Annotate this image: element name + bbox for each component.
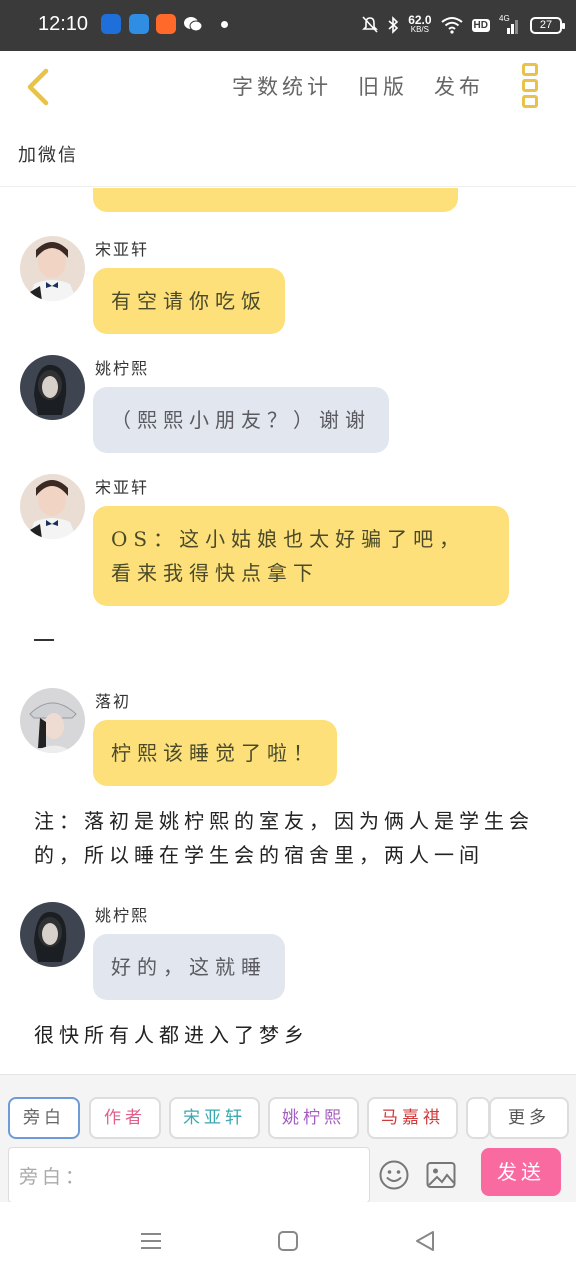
status-time: 12:10 bbox=[38, 13, 89, 35]
chat-message[interactable]: 宋亚轩 OS：这小姑娘也太好骗了吧，看来我得快点拿下 bbox=[20, 474, 560, 606]
bluetooth-icon bbox=[388, 16, 399, 34]
word-count-button[interactable]: 字数统计 bbox=[232, 71, 332, 101]
system-nav-bar bbox=[0, 1202, 576, 1280]
image-icon[interactable] bbox=[426, 1161, 456, 1189]
chat-message[interactable]: 姚柠熙 （熙熙小朋友？）谢谢 bbox=[20, 355, 560, 453]
role-character-button[interactable]: 宋亚轩 bbox=[169, 1097, 260, 1139]
chapter-title: 加微信 bbox=[18, 145, 78, 166]
sender-name: 姚柠熙 bbox=[95, 359, 150, 378]
back-button[interactable] bbox=[18, 65, 62, 109]
role-character-button-partial[interactable] bbox=[466, 1097, 490, 1139]
app-icon-1 bbox=[101, 14, 121, 34]
avatar[interactable] bbox=[20, 236, 85, 301]
chat-message[interactable]: 姚柠熙 好的，这就睡 bbox=[20, 902, 560, 1000]
status-right: 62.0 KB/S HD 4G 27 bbox=[362, 12, 565, 38]
net-speed: 62.0 KB/S bbox=[408, 13, 432, 34]
mute-icon bbox=[362, 16, 379, 33]
status-bar: 12:10 62.0 KB/S HD 4G 27 bbox=[0, 0, 576, 51]
signal-icon: 4G bbox=[499, 14, 521, 34]
battery-icon: 27 bbox=[530, 16, 565, 34]
input-panel: 旁白 作者 宋亚轩 姚柠熙 马嘉祺 更多 旁白： 发送 bbox=[0, 1074, 576, 1203]
back-triangle-icon[interactable] bbox=[412, 1228, 438, 1254]
narration-text[interactable]: 注：落初是姚柠熙的室友，因为俩人是学生会的，所以睡在学生会的宿舍里，两人一间 bbox=[34, 804, 554, 872]
wifi-icon bbox=[440, 17, 463, 34]
old-version-button[interactable]: 旧版 bbox=[358, 71, 408, 101]
role-selector: 旁白 作者 宋亚轩 姚柠熙 马嘉祺 更多 bbox=[0, 1097, 576, 1141]
avatar[interactable] bbox=[20, 474, 85, 539]
partial-bubble bbox=[93, 188, 458, 212]
sender-name: 姚柠熙 bbox=[95, 906, 150, 925]
publish-button[interactable]: 发布 bbox=[434, 71, 484, 101]
notification-dot bbox=[221, 21, 228, 28]
menu-icon[interactable] bbox=[138, 1228, 164, 1254]
message-bubble[interactable]: （熙熙小朋友？）谢谢 bbox=[93, 387, 389, 453]
app-icon-3 bbox=[156, 14, 176, 34]
message-bubble[interactable]: 有空请你吃饭 bbox=[93, 268, 285, 334]
role-narrator-button[interactable]: 旁白 bbox=[8, 1097, 80, 1139]
home-icon[interactable] bbox=[275, 1228, 301, 1254]
avatar[interactable] bbox=[20, 355, 85, 420]
chat-message[interactable]: 落初 柠熙该睡觉了啦！ bbox=[20, 688, 560, 786]
editor-header: 字数统计 旧版 发布 加微信 bbox=[0, 51, 576, 187]
message-bubble[interactable]: OS：这小姑娘也太好骗了吧，看来我得快点拿下 bbox=[93, 506, 509, 606]
hd-badge: HD bbox=[471, 18, 490, 32]
sender-name: 落初 bbox=[95, 692, 132, 711]
message-bubble[interactable]: 好的，这就睡 bbox=[93, 934, 285, 1000]
chat-area[interactable]: 宋亚轩 有空请你吃饭 姚柠熙 （熙熙小朋友？）谢谢 宋亚轩 OS：这小姑娘也太好… bbox=[0, 188, 576, 1074]
sender-name: 宋亚轩 bbox=[95, 478, 150, 497]
role-character-button[interactable]: 姚柠熙 bbox=[268, 1097, 359, 1139]
avatar[interactable] bbox=[20, 902, 85, 967]
sender-name: 宋亚轩 bbox=[95, 240, 150, 259]
role-character-button[interactable]: 马嘉祺 bbox=[367, 1097, 458, 1139]
message-bubble[interactable]: 柠熙该睡觉了啦！ bbox=[93, 720, 337, 786]
chevron-left-icon bbox=[27, 68, 49, 106]
app-icon-2 bbox=[129, 14, 149, 34]
emoji-icon[interactable] bbox=[378, 1159, 410, 1191]
more-vertical-icon[interactable] bbox=[520, 63, 542, 109]
more-roles-button[interactable]: 更多 bbox=[489, 1097, 569, 1139]
send-button[interactable]: 发送 bbox=[481, 1148, 561, 1196]
section-divider bbox=[34, 639, 54, 641]
wechat-icon bbox=[183, 14, 203, 34]
avatar[interactable] bbox=[20, 688, 85, 753]
message-input[interactable]: 旁白： bbox=[8, 1147, 370, 1203]
role-author-button[interactable]: 作者 bbox=[89, 1097, 161, 1139]
chat-message[interactable]: 宋亚轩 有空请你吃饭 bbox=[20, 236, 560, 334]
narration-text[interactable]: 很快所有人都进入了梦乡 bbox=[34, 1018, 554, 1052]
